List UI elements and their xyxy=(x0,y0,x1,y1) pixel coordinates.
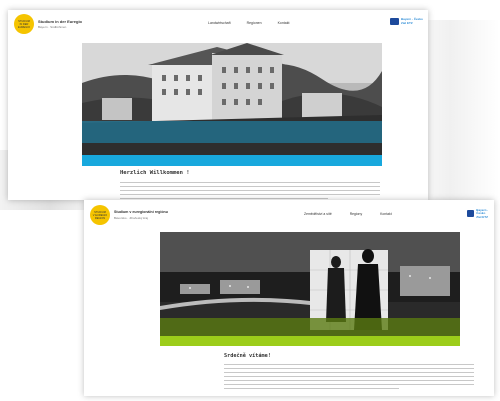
region-label: Niederbayern xyxy=(337,166,374,172)
hero-image-night-scene xyxy=(160,232,460,336)
night-photo xyxy=(160,232,460,336)
site-subtitle: Bavorsko · Jihočeský kraj xyxy=(114,216,149,220)
region-band: Niederbayern xyxy=(82,155,382,172)
welcome-heading: Srdečně vítáme! xyxy=(224,353,271,359)
page: { "screens": { "germany": { "logo_text":… xyxy=(0,0,500,401)
eu-funding-logo: Bayern · Česko Ziel ETZ xyxy=(467,208,494,219)
welcome-heading: Herzlich Willkommen ! xyxy=(120,170,190,176)
eu-flag-icon xyxy=(390,18,399,25)
nav-item-contact[interactable]: Kontakt xyxy=(278,21,290,25)
eu-logo-text: Ziel ETZ xyxy=(401,20,413,25)
nav-item-regions[interactable]: Regiony xyxy=(350,212,362,216)
site-title[interactable]: Studium v euregionální regiónu xyxy=(114,210,168,214)
nav-item-contact[interactable]: Kontakt xyxy=(380,212,392,216)
region-label: Horní Rakousko xyxy=(411,348,452,353)
body-text-placeholder xyxy=(224,364,474,392)
hero-image-castle xyxy=(82,43,382,155)
nav-item-regions[interactable]: Regionen xyxy=(247,21,262,25)
body-text-placeholder xyxy=(120,182,380,200)
nav-item-agriculture[interactable]: Landwirtschaft xyxy=(208,21,231,25)
site-title[interactable]: Studium in der Euregio xyxy=(38,19,82,24)
eu-logo-text: Ziel ETZ xyxy=(476,214,488,219)
eu-funding-logo: Bayern · Česko Ziel ETZ xyxy=(390,17,423,25)
main-nav: Zemědělství a sítě Regiony Kontakt xyxy=(304,212,392,216)
euregio-logo[interactable]: STUDIUM V EUREGIO REGION xyxy=(90,205,110,225)
region-band: Horní Rakousko xyxy=(160,336,460,353)
nav-item-agriculture[interactable]: Zemědělství a sítě xyxy=(304,212,332,216)
logo-text: REGION xyxy=(94,216,106,220)
website-screenshot-czech: STUDIUM V EUREGIO REGION Studium v eureg… xyxy=(84,200,494,396)
eu-flag-icon xyxy=(467,210,475,218)
euregio-logo[interactable]: STUDIUM IN DER EUREGIO xyxy=(14,14,34,34)
logo-text: EUREGIO xyxy=(18,25,30,29)
website-screenshot-germany: STUDIUM IN DER EUREGIO Studium in der Eu… xyxy=(8,10,428,200)
site-subtitle: Bayern · Südböhmen xyxy=(38,25,67,29)
main-nav: Landwirtschaft Regionen Kontakt xyxy=(208,21,289,25)
